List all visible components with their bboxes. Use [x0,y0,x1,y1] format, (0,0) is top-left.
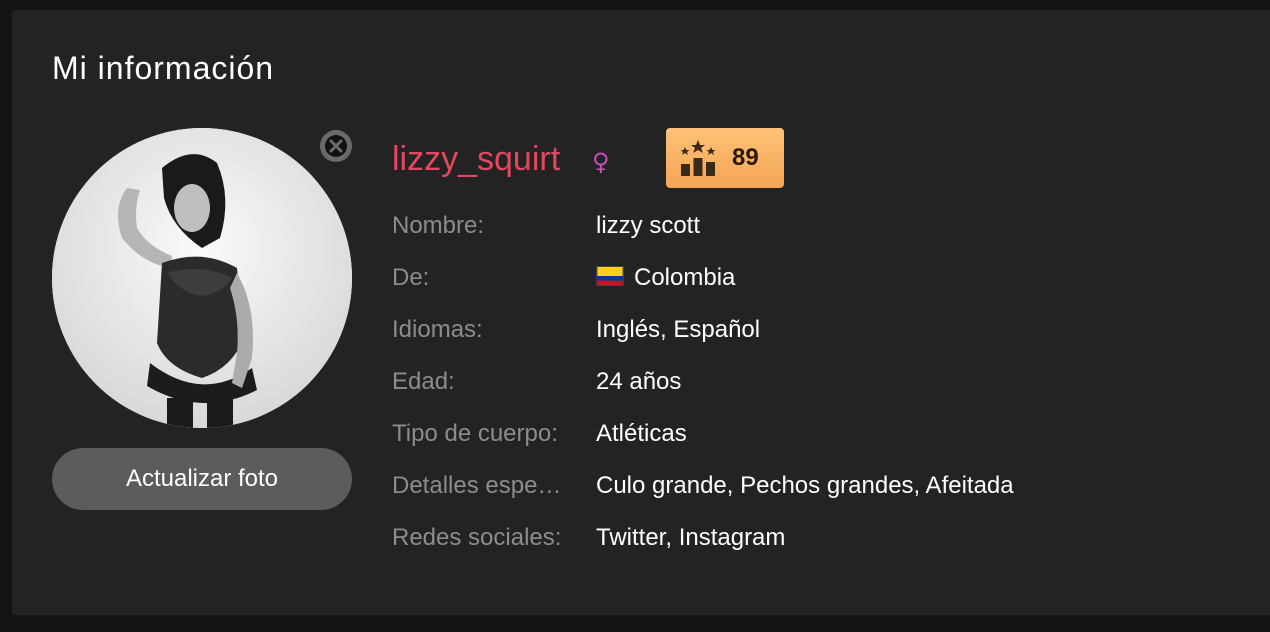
info-value-country: Colombia [596,264,735,292]
info-row-name: Nombre: lizzy scott [392,212,1252,252]
country-name: Colombia [634,264,736,291]
info-label: Redes sociales: [392,524,562,551]
info-value: Twitter, Instagram [596,524,786,551]
colombia-flag-icon [596,266,624,286]
remove-photo-button[interactable] [320,130,352,162]
rank-number: 89 [732,144,759,171]
info-label: Tipo de cuerpo: [392,420,558,447]
info-row-special-details: Detalles espe… Culo grande, Pechos grand… [392,472,1252,512]
info-value: Culo grande, Pechos grandes, Afeitada [596,472,1014,499]
rank-podium-icon [680,140,716,176]
avatar-container [52,128,352,428]
info-value: lizzy scott [596,212,701,239]
rank-badge[interactable]: 89 [666,128,784,188]
my-info-panel: Mi información Actualizar foto lizzy_squ… [12,10,1270,615]
info-label: De: [392,264,430,291]
info-value: Atléticas [596,420,687,447]
info-label: Edad: [392,368,455,395]
info-row-country: De: Colombia [392,264,1252,304]
page-title: Mi información [52,50,275,86]
update-photo-button[interactable]: Actualizar foto [52,448,352,510]
info-row-languages: Idiomas: Inglés, Español [392,316,1252,356]
info-value: Inglés, Español [596,316,761,343]
username-link[interactable]: lizzy_squirt [392,140,560,179]
info-label: Detalles espe… [392,472,562,499]
info-label: Nombre: [392,212,485,239]
info-row-body-type: Tipo de cuerpo: Atléticas [392,420,1252,460]
close-icon [325,135,347,157]
avatar-photo [52,128,352,428]
female-icon: ♀ [592,148,610,176]
info-row-age: Edad: 24 años [392,368,1252,408]
info-value: 24 años [596,368,682,395]
avatar [52,128,352,428]
info-label: Idiomas: [392,316,483,343]
info-row-social: Redes sociales: Twitter, Instagram [392,524,1252,564]
